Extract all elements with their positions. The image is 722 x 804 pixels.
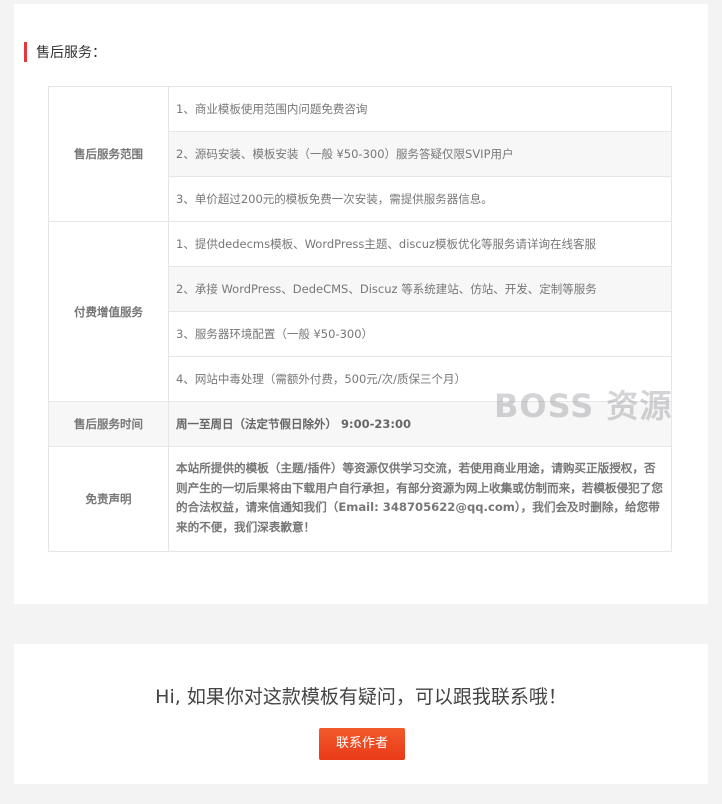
service-table: 售后服务范围 1、商业模板使用范围内问题免费咨询 2、源码安装、模板安装（一般 … <box>48 86 672 552</box>
scope-item: 1、商业模板使用范围内问题免费咨询 <box>168 86 672 132</box>
watermark-logo: BOSS 资源 <box>494 387 673 425</box>
section-header: 售后服务： <box>24 41 106 63</box>
contact-message: Hi, 如果你对这款模板有疑问，可以跟我联系哦！ <box>155 686 567 708</box>
scope-label: 售后服务范围 <box>48 86 169 222</box>
scope-item: 3、单价超过200元的模板免费一次安装，需提供服务器信息。 <box>168 176 672 222</box>
paid-label: 付费增值服务 <box>48 221 169 402</box>
paid-item: 3、服务器环境配置（一般 ¥50-300） <box>168 311 672 357</box>
table-row: 免责声明 本站所提供的模板（主题/插件）等资源仅供学习交流，若使用商业用途，请购… <box>48 446 672 552</box>
disclaimer-text: 本站所提供的模板（主题/插件）等资源仅供学习交流，若使用商业用途，请购买正版授权… <box>168 446 672 552</box>
table-row: 售后服务范围 1、商业模板使用范围内问题免费咨询 <box>48 86 672 222</box>
paid-item: 1、提供dedecms模板、WordPress主题、discuz模板优化等服务请… <box>168 221 672 267</box>
contact-card: Hi, 如果你对这款模板有疑问，可以跟我联系哦！ 联系作者 <box>14 644 708 784</box>
section-title: 售后服务： <box>36 45 106 61</box>
disclaimer-label: 免责声明 <box>48 446 169 552</box>
hours-label: 售后服务时间 <box>48 401 169 447</box>
paid-item: 2、承接 WordPress、DedeCMS、Discuz 等系统建站、仿站、开… <box>168 266 672 312</box>
table-row: 付费增值服务 1、提供dedecms模板、WordPress主题、discuz模… <box>48 221 672 402</box>
contact-author-button[interactable]: 联系作者 <box>319 728 405 760</box>
scope-item: 2、源码安装、模板安装（一般 ¥50-300）服务答疑仅限SVIP用户 <box>168 131 672 177</box>
accent-bar <box>24 42 27 62</box>
